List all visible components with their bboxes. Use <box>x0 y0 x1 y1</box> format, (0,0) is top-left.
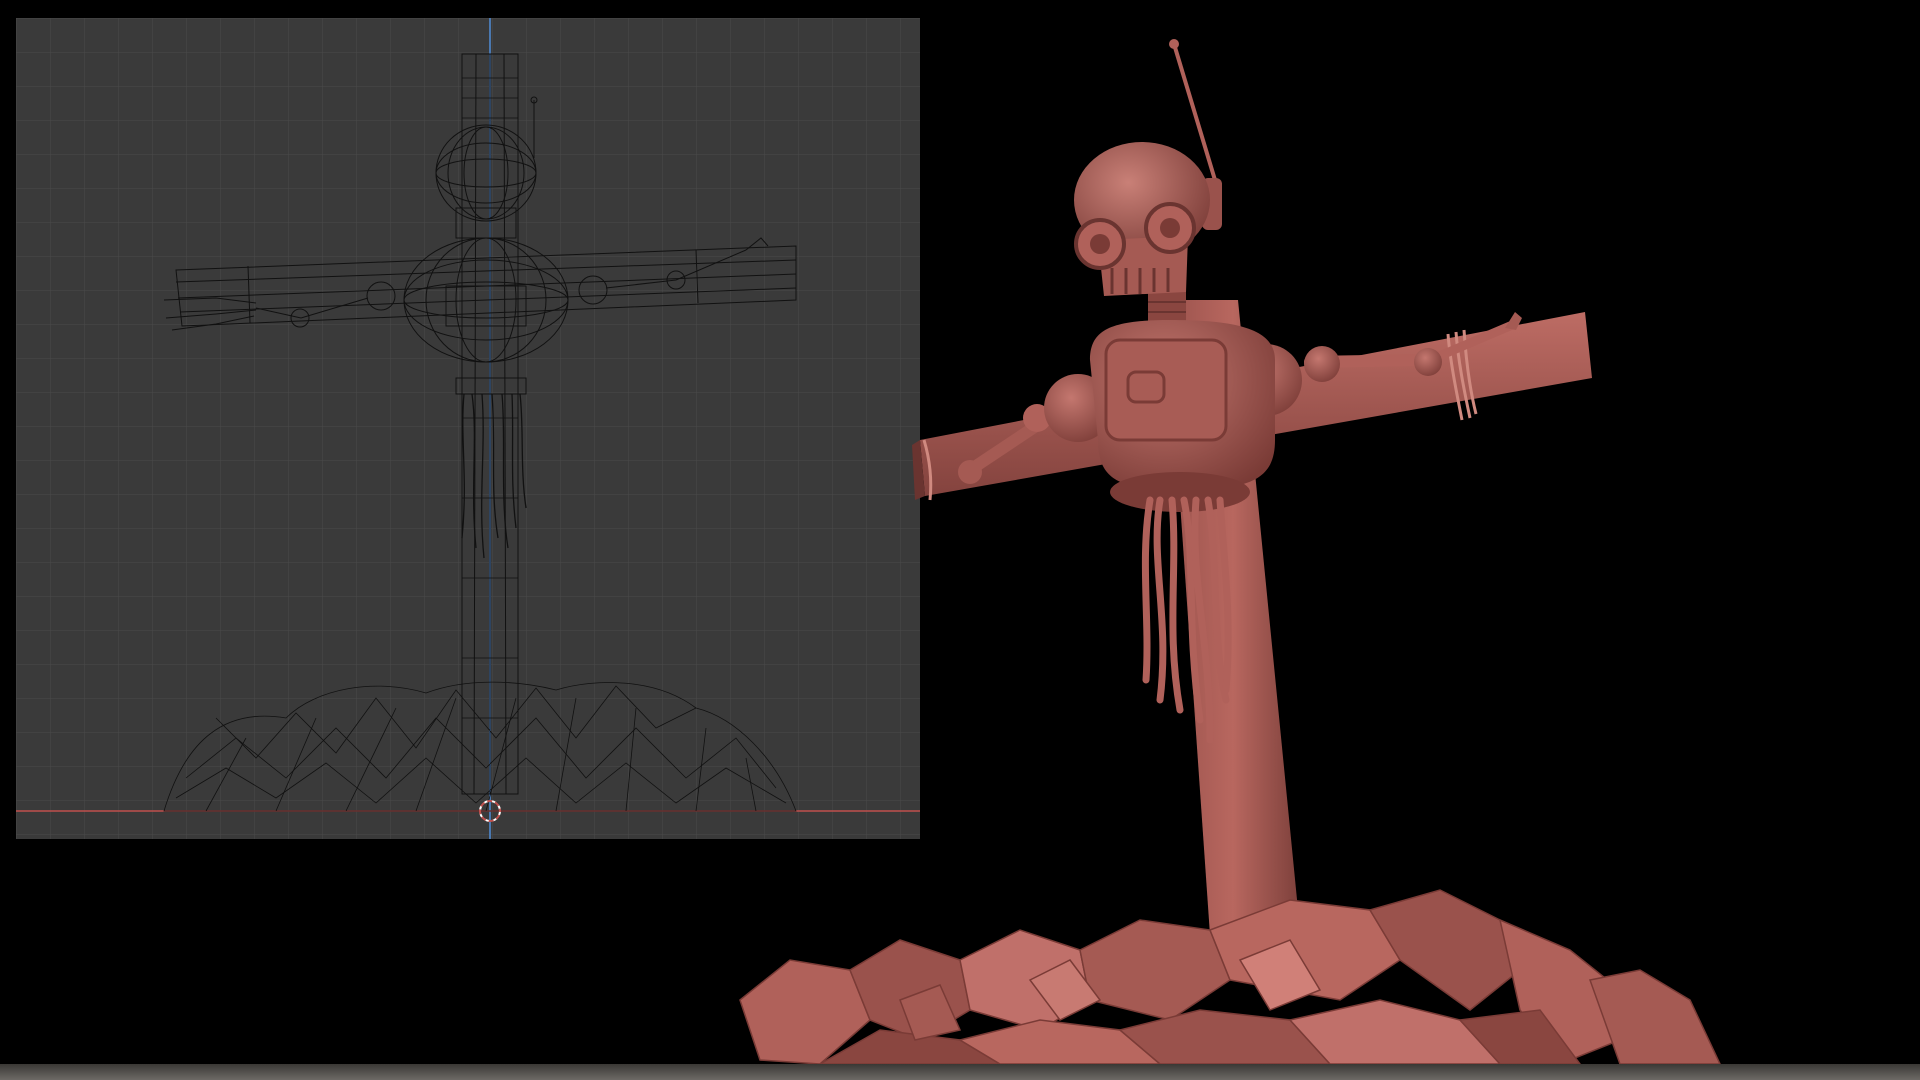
robot-head <box>1074 142 1210 296</box>
render-drawing <box>739 39 1722 1065</box>
scene-canvas <box>0 0 1920 1080</box>
torso <box>1044 320 1302 512</box>
floor-plane <box>0 1064 1920 1080</box>
clay-render <box>0 0 1920 1080</box>
